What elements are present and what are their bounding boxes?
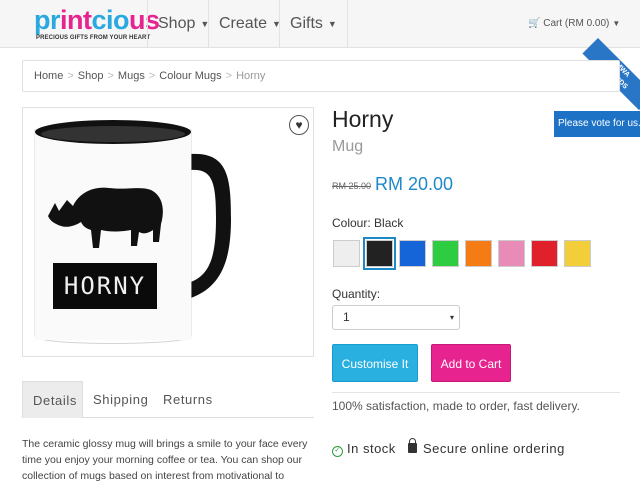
brand-logo[interactable]: printcious PRECIOUS GIFTS FROM YOUR HEAR… bbox=[34, 5, 160, 43]
breadcrumb-shop[interactable]: Shop bbox=[78, 70, 104, 82]
select-arrows-icon: ▾ bbox=[449, 313, 454, 322]
old-price: RM 25.00 bbox=[332, 181, 371, 191]
cart-icon: 🛒 bbox=[528, 18, 541, 29]
logo-tagline: PRECIOUS GIFTS FROM YOUR HEART bbox=[36, 35, 151, 41]
logo-part: pr bbox=[34, 5, 61, 35]
logo-part: cio bbox=[91, 5, 130, 35]
nav-shop-label: Shop bbox=[158, 15, 196, 33]
in-stock-status: ✓ In stock bbox=[332, 441, 396, 457]
logo-part: int bbox=[60, 5, 92, 35]
wishlist-heart-icon[interactable]: ♥ bbox=[289, 115, 309, 135]
colour-swatch-red[interactable] bbox=[531, 240, 558, 267]
cart-dropdown[interactable]: 🛒 Cart (RM 0.00) ▼ bbox=[528, 0, 620, 48]
new-price: RM 20.00 bbox=[375, 174, 454, 194]
vote-button[interactable]: Please vote for us. ^ bbox=[554, 111, 640, 137]
nav-gifts[interactable]: Gifts ▼ bbox=[279, 0, 348, 48]
tab-shipping[interactable]: Shipping bbox=[83, 381, 158, 418]
chevron-right-icon: > bbox=[67, 70, 74, 82]
breadcrumb-colour-mugs[interactable]: Colour Mugs bbox=[159, 70, 221, 82]
tab-details[interactable]: Details bbox=[22, 381, 83, 418]
navbar: printcious PRECIOUS GIFTS FROM YOUR HEAR… bbox=[0, 0, 640, 48]
caret-down-icon: ▼ bbox=[612, 19, 621, 28]
chevron-right-icon: > bbox=[225, 70, 233, 82]
colour-swatch-black[interactable] bbox=[363, 237, 396, 270]
divider bbox=[332, 392, 620, 393]
quantity-label: Quantity: bbox=[332, 287, 381, 301]
nav-create-label: Create bbox=[219, 15, 268, 33]
colour-swatch-pink[interactable] bbox=[498, 240, 525, 267]
add-to-cart-button[interactable]: Add to Cart bbox=[431, 344, 511, 382]
secure-label: Secure online ordering bbox=[423, 441, 565, 456]
colour-swatch-white[interactable] bbox=[333, 240, 360, 267]
product-title: Horny bbox=[332, 106, 394, 132]
quantity-select[interactable]: 1 ▾ bbox=[332, 305, 460, 330]
colour-swatch-green[interactable] bbox=[432, 240, 459, 267]
colour-swatch-orange[interactable] bbox=[465, 240, 492, 267]
breadcrumb-mugs[interactable]: Mugs bbox=[118, 70, 145, 82]
colour-swatch-blue[interactable] bbox=[399, 240, 426, 267]
breadcrumb-home[interactable]: Home bbox=[34, 70, 63, 82]
mug-text: HORNY bbox=[64, 272, 146, 300]
nav-gifts-label: Gifts bbox=[290, 15, 323, 33]
check-circle-icon: ✓ bbox=[332, 446, 343, 457]
product-subtitle: Mug bbox=[332, 138, 364, 155]
breadcrumb-current: Horny bbox=[236, 70, 266, 82]
lock-icon bbox=[408, 438, 417, 453]
chevron-right-icon: > bbox=[107, 70, 114, 82]
cart-label: Cart (RM 0.00) bbox=[543, 18, 610, 29]
old-price-value: RM 25.00 bbox=[332, 181, 372, 191]
logo-wordmark: printcious bbox=[34, 5, 160, 35]
satisfaction-text: 100% satisfaction, made to order, fast d… bbox=[332, 399, 580, 413]
breadcrumb: Home > Shop > Mugs > Colour Mugs > Horny bbox=[22, 60, 620, 92]
in-stock-label: In stock bbox=[347, 441, 396, 456]
colour-swatch-yellow[interactable] bbox=[564, 240, 591, 267]
secure-ordering: Secure online ordering bbox=[408, 438, 565, 456]
tab-returns[interactable]: Returns bbox=[153, 381, 223, 418]
product-description: The ceramic glossy mug will brings a smi… bbox=[22, 438, 308, 482]
product-image-box[interactable]: HORNY bbox=[22, 107, 314, 357]
chevron-right-icon: > bbox=[148, 70, 156, 82]
info-tabs: Details Shipping Returns bbox=[22, 381, 314, 418]
customise-button[interactable]: Customise It bbox=[332, 344, 418, 382]
caret-down-icon: ▼ bbox=[327, 19, 337, 29]
quantity-value: 1 bbox=[343, 310, 350, 324]
mug-image: HORNY bbox=[34, 120, 231, 344]
colour-label: Colour: Black bbox=[332, 216, 404, 230]
